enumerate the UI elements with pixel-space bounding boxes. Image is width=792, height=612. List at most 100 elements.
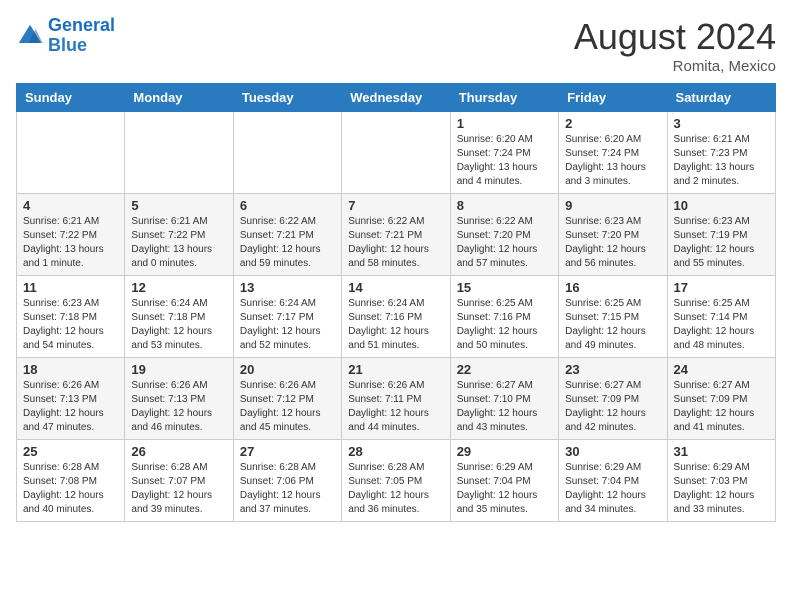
day-number: 31 (674, 444, 769, 459)
day-number: 21 (348, 362, 443, 377)
day-number: 20 (240, 362, 335, 377)
day-number: 11 (23, 280, 118, 295)
calendar-cell: 24 Sunrise: 6:27 AM Sunset: 7:09 PM Dayli… (667, 358, 775, 440)
day-info: Sunrise: 6:29 AM Sunset: 7:04 PM Dayligh… (565, 461, 660, 517)
month-year: August 2024 (574, 16, 776, 58)
day-number: 26 (131, 444, 226, 459)
day-info: Sunrise: 6:24 AM Sunset: 7:16 PM Dayligh… (348, 297, 443, 353)
day-info: Sunrise: 6:28 AM Sunset: 7:07 PM Dayligh… (131, 461, 226, 517)
calendar-cell: 15 Sunrise: 6:25 AM Sunset: 7:16 PM Dayli… (450, 276, 558, 358)
day-number: 12 (131, 280, 226, 295)
calendar-cell: 28 Sunrise: 6:28 AM Sunset: 7:05 PM Dayli… (342, 440, 450, 522)
day-number: 15 (457, 280, 552, 295)
weekday-thursday: Thursday (450, 84, 558, 112)
week-row-1: 1 Sunrise: 6:20 AM Sunset: 7:24 PM Daylig… (17, 112, 776, 194)
week-row-2: 4Sunrise: 6:21 AM Sunset: 7:22 PM Daylig… (17, 194, 776, 276)
weekday-saturday: Saturday (667, 84, 775, 112)
day-info: Sunrise: 6:25 AM Sunset: 7:15 PM Dayligh… (565, 297, 660, 353)
logo-text: General Blue (48, 16, 115, 56)
day-number: 13 (240, 280, 335, 295)
day-info: Sunrise: 6:27 AM Sunset: 7:09 PM Dayligh… (565, 379, 660, 435)
calendar-cell: 19 Sunrise: 6:26 AM Sunset: 7:13 PM Dayli… (125, 358, 233, 440)
day-info: Sunrise: 6:20 AM Sunset: 7:24 PM Dayligh… (457, 133, 552, 189)
calendar-cell: 11Sunrise: 6:23 AM Sunset: 7:18 PM Dayli… (17, 276, 125, 358)
day-info: Sunrise: 6:28 AM Sunset: 7:08 PM Dayligh… (23, 461, 118, 517)
day-number: 14 (348, 280, 443, 295)
calendar-cell: 13 Sunrise: 6:24 AM Sunset: 7:17 PM Dayli… (233, 276, 341, 358)
day-info: Sunrise: 6:22 AM Sunset: 7:21 PM Dayligh… (348, 215, 443, 271)
calendar-cell: 5Sunrise: 6:21 AM Sunset: 7:22 PM Daylig… (125, 194, 233, 276)
weekday-sunday: Sunday (17, 84, 125, 112)
calendar-cell: 30 Sunrise: 6:29 AM Sunset: 7:04 PM Dayli… (559, 440, 667, 522)
day-info: Sunrise: 6:24 AM Sunset: 7:17 PM Dayligh… (240, 297, 335, 353)
day-info: Sunrise: 6:28 AM Sunset: 7:05 PM Dayligh… (348, 461, 443, 517)
calendar-cell: 29 Sunrise: 6:29 AM Sunset: 7:04 PM Dayli… (450, 440, 558, 522)
day-number: 25 (23, 444, 118, 459)
day-info: Sunrise: 6:21 AM Sunset: 7:23 PM Dayligh… (674, 133, 769, 189)
calendar-cell: 7 Sunrise: 6:22 AM Sunset: 7:21 PM Daylig… (342, 194, 450, 276)
calendar-cell: 20 Sunrise: 6:26 AM Sunset: 7:12 PM Dayli… (233, 358, 341, 440)
day-number: 29 (457, 444, 552, 459)
day-info: Sunrise: 6:26 AM Sunset: 7:13 PM Dayligh… (23, 379, 118, 435)
week-row-4: 18 Sunrise: 6:26 AM Sunset: 7:13 PM Dayli… (17, 358, 776, 440)
calendar-cell: 9Sunrise: 6:23 AM Sunset: 7:20 PM Daylig… (559, 194, 667, 276)
day-info: Sunrise: 6:23 AM Sunset: 7:19 PM Dayligh… (674, 215, 769, 271)
calendar-cell: 22 Sunrise: 6:27 AM Sunset: 7:10 PM Dayli… (450, 358, 558, 440)
day-info: Sunrise: 6:26 AM Sunset: 7:12 PM Dayligh… (240, 379, 335, 435)
weekday-tuesday: Tuesday (233, 84, 341, 112)
day-number: 7 (348, 198, 443, 213)
day-info: Sunrise: 6:25 AM Sunset: 7:14 PM Dayligh… (674, 297, 769, 353)
day-number: 8 (457, 198, 552, 213)
title-block: August 2024 Romita, Mexico (574, 16, 776, 75)
day-info: Sunrise: 6:24 AM Sunset: 7:18 PM Dayligh… (131, 297, 226, 353)
calendar-cell: 10Sunrise: 6:23 AM Sunset: 7:19 PM Dayli… (667, 194, 775, 276)
calendar-table: SundayMondayTuesdayWednesdayThursdayFrid… (16, 83, 776, 522)
day-number: 18 (23, 362, 118, 377)
day-number: 5 (131, 198, 226, 213)
day-number: 19 (131, 362, 226, 377)
calendar-cell: 27Sunrise: 6:28 AM Sunset: 7:06 PM Dayli… (233, 440, 341, 522)
weekday-friday: Friday (559, 84, 667, 112)
location: Romita, Mexico (574, 58, 776, 75)
day-info: Sunrise: 6:25 AM Sunset: 7:16 PM Dayligh… (457, 297, 552, 353)
calendar-cell (233, 112, 341, 194)
day-info: Sunrise: 6:27 AM Sunset: 7:10 PM Dayligh… (457, 379, 552, 435)
calendar-cell: 17 Sunrise: 6:25 AM Sunset: 7:14 PM Dayli… (667, 276, 775, 358)
day-info: Sunrise: 6:22 AM Sunset: 7:21 PM Dayligh… (240, 215, 335, 271)
day-info: Sunrise: 6:28 AM Sunset: 7:06 PM Dayligh… (240, 461, 335, 517)
day-info: Sunrise: 6:27 AM Sunset: 7:09 PM Dayligh… (674, 379, 769, 435)
calendar-cell: 18 Sunrise: 6:26 AM Sunset: 7:13 PM Dayli… (17, 358, 125, 440)
day-number: 30 (565, 444, 660, 459)
day-number: 17 (674, 280, 769, 295)
logo: General Blue (16, 16, 115, 56)
calendar-cell: 3 Sunrise: 6:21 AM Sunset: 7:23 PM Daylig… (667, 112, 775, 194)
day-number: 4 (23, 198, 118, 213)
day-number: 2 (565, 116, 660, 131)
calendar-cell: 16 Sunrise: 6:25 AM Sunset: 7:15 PM Dayli… (559, 276, 667, 358)
day-info: Sunrise: 6:29 AM Sunset: 7:04 PM Dayligh… (457, 461, 552, 517)
day-number: 3 (674, 116, 769, 131)
calendar-cell: 8Sunrise: 6:22 AM Sunset: 7:20 PM Daylig… (450, 194, 558, 276)
day-number: 16 (565, 280, 660, 295)
logo-icon (16, 22, 44, 50)
day-info: Sunrise: 6:26 AM Sunset: 7:11 PM Dayligh… (348, 379, 443, 435)
day-info: Sunrise: 6:20 AM Sunset: 7:24 PM Dayligh… (565, 133, 660, 189)
day-info: Sunrise: 6:26 AM Sunset: 7:13 PM Dayligh… (131, 379, 226, 435)
calendar-cell: 2 Sunrise: 6:20 AM Sunset: 7:24 PM Daylig… (559, 112, 667, 194)
day-number: 1 (457, 116, 552, 131)
calendar-cell (125, 112, 233, 194)
calendar-cell: 25 Sunrise: 6:28 AM Sunset: 7:08 PM Dayli… (17, 440, 125, 522)
day-number: 22 (457, 362, 552, 377)
day-number: 24 (674, 362, 769, 377)
calendar-cell: 6 Sunrise: 6:22 AM Sunset: 7:21 PM Daylig… (233, 194, 341, 276)
calendar-cell (17, 112, 125, 194)
page-header: General Blue August 2024 Romita, Mexico (16, 16, 776, 75)
calendar-cell: 23Sunrise: 6:27 AM Sunset: 7:09 PM Dayli… (559, 358, 667, 440)
calendar-cell: 31 Sunrise: 6:29 AM Sunset: 7:03 PM Dayli… (667, 440, 775, 522)
day-number: 6 (240, 198, 335, 213)
week-row-3: 11Sunrise: 6:23 AM Sunset: 7:18 PM Dayli… (17, 276, 776, 358)
day-number: 28 (348, 444, 443, 459)
day-info: Sunrise: 6:29 AM Sunset: 7:03 PM Dayligh… (674, 461, 769, 517)
weekday-monday: Monday (125, 84, 233, 112)
calendar-cell (342, 112, 450, 194)
